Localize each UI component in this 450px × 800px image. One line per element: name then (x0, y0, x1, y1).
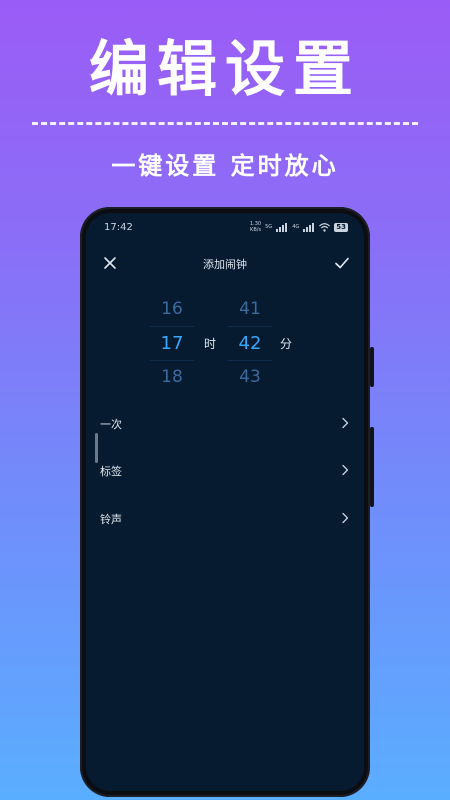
battery-icon: 53 (334, 222, 348, 232)
selection-line (228, 326, 272, 327)
status-icons: 1.30 KB/s 5G 4G 53 (250, 221, 348, 233)
signal-icon (303, 222, 315, 232)
phone-screen: 17:42 1.30 KB/s 5G 4G 53 添加闹钟 16 17 18 时… (86, 213, 364, 791)
check-icon (335, 257, 349, 269)
signal-icon (276, 222, 288, 232)
dashed-divider (32, 122, 418, 125)
hour-selected[interactable]: 17 (150, 333, 194, 354)
status-time: 17:42 (104, 222, 133, 233)
minute-next[interactable]: 43 (228, 367, 272, 387)
wifi-icon (319, 222, 331, 232)
selection-line (228, 360, 272, 361)
chevron-right-icon (342, 417, 349, 429)
setting-label: 标签 (100, 465, 122, 478)
label-4g: 4G (292, 224, 300, 230)
network-speed: 1.30 KB/s (249, 221, 262, 233)
hour-next[interactable]: 18 (150, 367, 194, 387)
setting-row-ringtone[interactable]: 铃声 (86, 498, 364, 538)
minute-wheel[interactable]: 41 42 43 (228, 293, 272, 393)
time-picker: 16 17 18 时 41 42 43 分 (86, 293, 364, 393)
minute-unit-label: 分 (280, 337, 293, 351)
confirm-button[interactable] (332, 253, 352, 273)
phone-frame: 17:42 1.30 KB/s 5G 4G 53 添加闹钟 16 17 18 时… (80, 207, 374, 797)
hour-wheel[interactable]: 16 17 18 (150, 293, 194, 393)
app-header: 添加闹钟 (86, 253, 364, 275)
label-5g: 5G (265, 224, 273, 230)
chevron-right-icon (342, 464, 349, 476)
minute-selected[interactable]: 42 (228, 333, 272, 354)
setting-row-label[interactable]: 标签 (86, 450, 364, 490)
promo-headline: 编辑设置 (89, 35, 361, 105)
hour-unit-label: 时 (204, 337, 217, 351)
phone-volume-button (370, 347, 374, 387)
selection-line (150, 360, 194, 361)
promo-subtitle: 一键设置 定时放心 (111, 152, 339, 180)
page-title: 添加闹钟 (203, 258, 247, 271)
minute-prev[interactable]: 41 (228, 299, 272, 319)
status-bar: 17:42 1.30 KB/s 5G 4G 53 (86, 221, 364, 237)
setting-label: 一次 (100, 418, 122, 431)
setting-label: 铃声 (100, 513, 122, 526)
chevron-right-icon (342, 512, 349, 524)
hour-prev[interactable]: 16 (150, 299, 194, 319)
phone-power-button (370, 427, 374, 507)
setting-row-repeat[interactable]: 一次 (86, 403, 364, 443)
selection-line (150, 326, 194, 327)
